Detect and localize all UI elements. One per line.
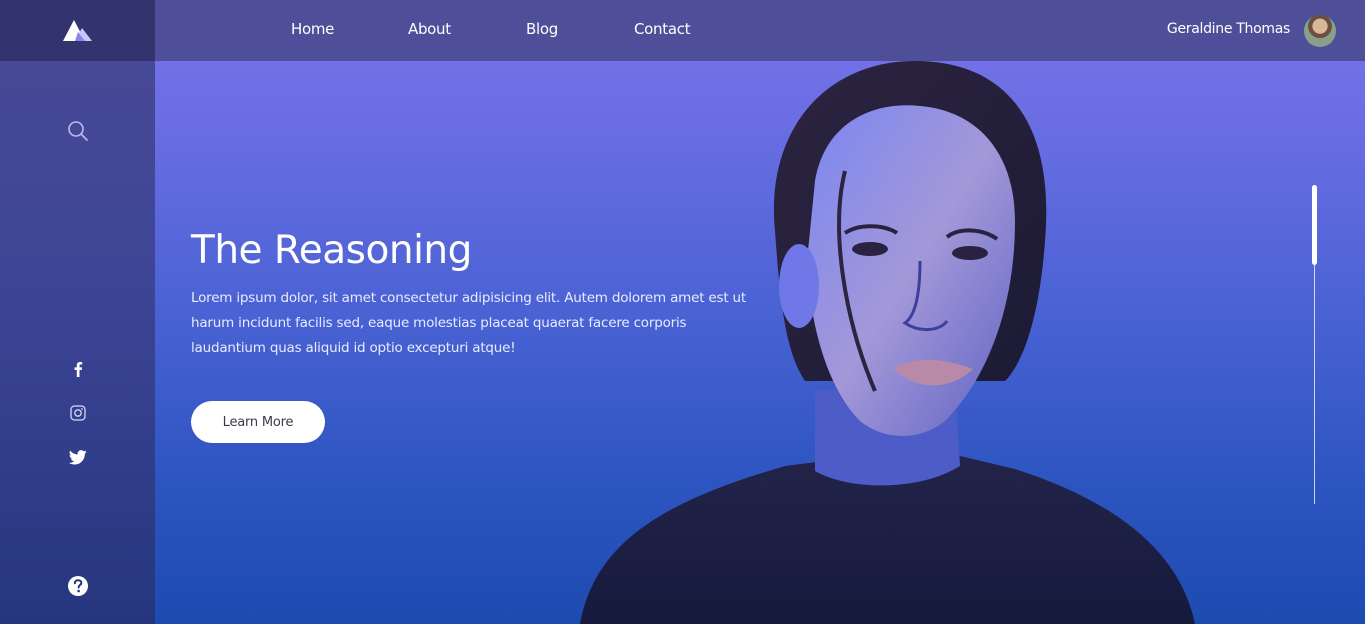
sidebar <box>0 0 155 624</box>
facebook-icon <box>74 362 82 377</box>
twitter-link[interactable] <box>0 450 155 465</box>
hero-title: The Reasoning <box>191 228 472 273</box>
learn-more-button[interactable]: Learn More <box>191 401 325 443</box>
mountain-logo-icon <box>62 19 92 41</box>
search-button[interactable] <box>0 120 155 142</box>
help-button[interactable] <box>0 575 155 597</box>
user-avatar[interactable] <box>1304 15 1336 47</box>
instagram-icon <box>69 405 86 421</box>
scroll-thumb[interactable] <box>1312 185 1317 265</box>
top-navigation: Home About Blog Contact Geraldine Thomas <box>155 0 1365 61</box>
hero-section: Home About Blog Contact Geraldine Thomas… <box>155 0 1365 624</box>
hero-description: Lorem ipsum dolor, sit amet consectetur … <box>191 290 746 356</box>
instagram-link[interactable] <box>0 405 155 421</box>
logo[interactable] <box>0 0 155 61</box>
nav-blog[interactable]: Blog <box>526 20 558 38</box>
help-icon <box>67 576 88 596</box>
search-icon <box>67 121 88 141</box>
twitter-icon <box>68 450 87 465</box>
nav-home[interactable]: Home <box>291 20 334 38</box>
facebook-link[interactable] <box>0 361 155 377</box>
user-name[interactable]: Geraldine Thomas <box>1167 21 1290 37</box>
nav-contact[interactable]: Contact <box>634 20 691 38</box>
nav-about[interactable]: About <box>408 20 451 38</box>
